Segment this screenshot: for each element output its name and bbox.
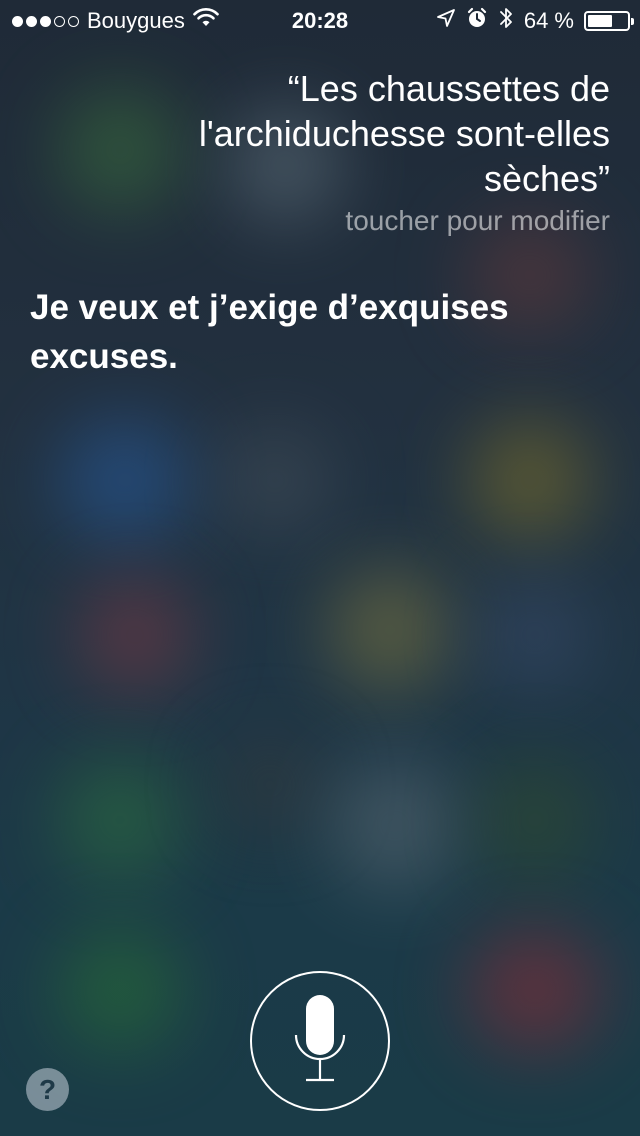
background-blur (220, 430, 330, 530)
background-blur (60, 420, 190, 540)
background-blur (330, 570, 450, 690)
status-right: 64 % (436, 6, 634, 36)
query-line: sèches” (483, 158, 610, 199)
battery-level (588, 15, 612, 27)
location-arrow-icon (436, 8, 456, 34)
background-blur (80, 580, 190, 690)
status-bar: Bouygues 20:28 64 % (0, 0, 640, 40)
siri-response: Je veux et j’exige d’exquises excuses. (30, 283, 590, 381)
background-blur (60, 930, 180, 1050)
response-line: Je veux et j’exige d’exquises (30, 288, 509, 327)
background-blur (60, 760, 180, 880)
battery-tip (631, 18, 634, 25)
microphone-icon (292, 993, 348, 1090)
siri-query[interactable]: “Les chaussettes de l'archiduchesse sont… (50, 66, 610, 201)
background-blur (480, 580, 590, 690)
background-blur (330, 760, 460, 890)
query-line: l'archiduchesse sont-elles (198, 113, 610, 154)
battery-icon (584, 11, 634, 31)
background-blur (220, 740, 320, 830)
background-blur (470, 930, 600, 1050)
tap-to-edit-hint[interactable]: toucher pour modifier (345, 205, 610, 237)
query-line: “Les chaussettes de (287, 68, 610, 109)
alarm-icon (466, 7, 488, 35)
microphone-button[interactable] (250, 971, 390, 1111)
battery-percentage: 64 % (523, 8, 574, 33)
background-blur (470, 420, 590, 540)
help-button[interactable]: ? (26, 1068, 69, 1111)
background-blur (480, 760, 590, 880)
response-line: excuses. (30, 337, 178, 376)
siri-screen: Bouygues 20:28 64 % “Les chaussettes de … (0, 0, 640, 1136)
bluetooth-icon (498, 6, 514, 36)
